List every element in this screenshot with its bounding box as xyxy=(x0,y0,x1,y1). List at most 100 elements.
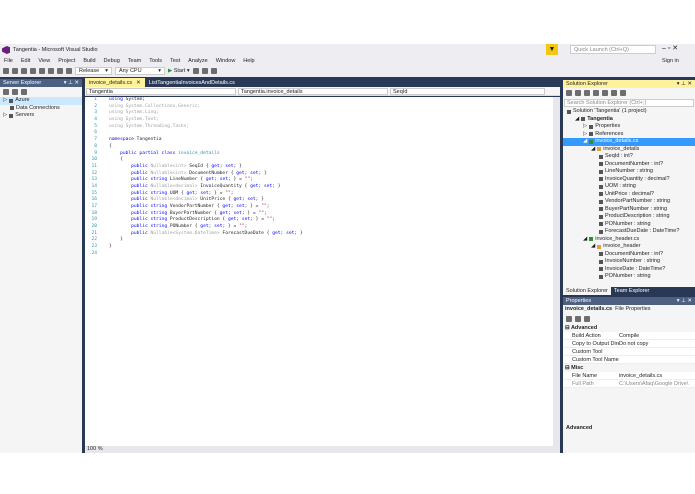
solution-tree-item[interactable]: InvoiceDate : DateTime? xyxy=(563,266,695,274)
solution-tree-item[interactable]: UOM : string xyxy=(563,183,695,191)
expand-arrow-icon[interactable]: ▷ xyxy=(583,123,587,131)
pin-close-icons[interactable]: ▾ ⊥ ✕ xyxy=(677,298,692,304)
refresh-icon[interactable] xyxy=(602,90,608,96)
property-category[interactable]: ⊟ Advanced xyxy=(563,324,695,332)
property-row[interactable]: Full Path C:\Users\Afaq\Google Drive\ xyxy=(563,380,695,388)
expand-arrow-icon[interactable]: ◢ xyxy=(591,243,595,251)
solution-tree-item[interactable]: InvoiceNumber : string xyxy=(563,258,695,266)
property-row[interactable]: Copy to Output DirectoryDo not copy xyxy=(563,340,695,348)
solution-search-input[interactable]: Search Solution Explorer (Ctrl+;) xyxy=(564,99,694,107)
solution-tree-item[interactable]: ▷ References xyxy=(563,131,695,139)
menu-item-build[interactable]: Build xyxy=(79,58,99,64)
solution-tree-item[interactable]: InvoiceQuantity : decimal? xyxy=(563,176,695,184)
forward-icon[interactable] xyxy=(12,68,18,74)
sign-in-link[interactable]: Sign in xyxy=(662,58,679,64)
solution-tree-item[interactable]: DocumentNumber : int? xyxy=(563,161,695,169)
property-row[interactable]: Custom Tool Namespace xyxy=(563,356,695,364)
expand-arrow-icon[interactable]: ◢ xyxy=(575,116,579,124)
member-dropdown[interactable]: SeqId xyxy=(390,87,545,95)
save-icon[interactable] xyxy=(39,68,45,74)
solution-tree-item[interactable]: PONumber : string xyxy=(563,273,695,281)
property-value[interactable]: Compile xyxy=(619,332,695,339)
notification-filter-icon[interactable]: ▼ xyxy=(546,44,558,55)
back-icon[interactable] xyxy=(566,90,572,96)
solution-tree-item[interactable]: DocumentNumber : int? xyxy=(563,251,695,259)
property-value[interactable]: Do not copy xyxy=(619,340,695,347)
server-tree-item[interactable]: Data Connections xyxy=(0,105,82,113)
project-dropdown[interactable]: Tangentia xyxy=(86,87,236,95)
quick-launch-input[interactable]: Quick Launch (Ctrl+Q) xyxy=(570,45,656,54)
expand-arrow-icon[interactable]: ▷ xyxy=(583,131,587,139)
solution-tree-item[interactable]: ◢ invoice_header xyxy=(563,243,695,251)
home-icon[interactable] xyxy=(584,90,590,96)
redo-icon[interactable] xyxy=(66,68,72,74)
property-row[interactable]: File Name invoice_details.cs xyxy=(563,372,695,380)
bookmark-icon[interactable] xyxy=(210,68,217,74)
connect-database-icon[interactable] xyxy=(21,89,27,95)
menu-item-help[interactable]: Help xyxy=(239,58,258,64)
tab-invoice_details[interactable]: invoice_details.cs ✕ xyxy=(85,78,145,87)
expand-arrow-icon[interactable]: ▷ xyxy=(3,97,7,105)
property-value[interactable]: invoice_details.cs xyxy=(619,372,695,379)
open-icon[interactable] xyxy=(30,68,36,74)
back-icon[interactable] xyxy=(3,68,9,74)
menu-item-tools[interactable]: Tools xyxy=(145,58,166,64)
alphabetical-icon[interactable] xyxy=(575,316,581,322)
pin-close-icons[interactable]: ▾ ⊥ ✕ xyxy=(64,80,79,86)
menu-item-debug[interactable]: Debug xyxy=(100,58,124,64)
categorized-icon[interactable] xyxy=(566,316,572,322)
solution-tree-item[interactable]: VendorPartNumber : string xyxy=(563,198,695,206)
solution-tree-item[interactable]: ProductDescription : string xyxy=(563,213,695,221)
property-row[interactable]: Build Action Compile xyxy=(563,332,695,340)
menu-item-file[interactable]: File xyxy=(0,58,17,64)
sync-icon[interactable] xyxy=(593,90,599,96)
forward-icon[interactable] xyxy=(575,90,581,96)
menu-item-window[interactable]: Window xyxy=(212,58,240,64)
solution-tree-item[interactable]: ◢ Tangentia xyxy=(563,116,695,124)
property-value[interactable]: C:\Users\Afaq\Google Drive\ xyxy=(619,380,695,387)
property-row[interactable]: Custom Tool xyxy=(563,348,695,356)
properties-object-select[interactable]: invoice_details.cs File Properties xyxy=(563,305,695,314)
menu-item-team[interactable]: Team xyxy=(124,58,145,64)
solution-tree-item[interactable]: ▷ Properties xyxy=(563,123,695,131)
menu-item-view[interactable]: View xyxy=(34,58,54,64)
solution-tree-item[interactable]: ForecastDueDate : DateTime? xyxy=(563,228,695,236)
property-pages-icon[interactable] xyxy=(584,316,590,322)
solution-tree-item[interactable]: ◢ invoice_details xyxy=(563,146,695,154)
solution-tree-item[interactable]: LineNumber : string xyxy=(563,168,695,176)
save-all-icon[interactable] xyxy=(48,68,54,74)
close-tab-icon[interactable]: ✕ xyxy=(136,80,141,86)
property-category[interactable]: ⊟ Misc xyxy=(563,364,695,372)
refresh-icon[interactable] xyxy=(3,89,9,95)
menu-item-analyze[interactable]: Analyze xyxy=(184,58,212,64)
solution-tree-item[interactable]: Solution 'Tangentia' (1 project) xyxy=(563,108,695,116)
properties-wrench-icon[interactable] xyxy=(620,90,626,96)
solution-tree-item[interactable]: SeqId : int? xyxy=(563,153,695,161)
minimize-button[interactable]: – xyxy=(662,45,666,52)
collapse-all-icon[interactable] xyxy=(611,90,617,96)
expand-arrow-icon[interactable]: ◢ xyxy=(583,236,587,244)
tab-team-explorer[interactable]: Team Explorer xyxy=(611,287,652,295)
vertical-scrollbar[interactable] xyxy=(553,97,560,446)
tab-solution-explorer[interactable]: Solution Explorer xyxy=(563,287,611,295)
solution-tree-item[interactable]: UnitPrice : decimal? xyxy=(563,191,695,199)
comment-icon[interactable] xyxy=(201,68,208,74)
server-tree-item[interactable]: ▷ Azure xyxy=(0,97,82,105)
server-tree-item[interactable]: ▷ Servers xyxy=(0,112,82,120)
zoom-level[interactable]: 100 % xyxy=(87,446,103,452)
code-area[interactable]: 1 using System; 2 using System.Collections.… xyxy=(85,97,553,446)
solution-tree-item[interactable]: ◢ invoice_header.cs xyxy=(563,236,695,244)
connect-server-icon[interactable] xyxy=(12,89,18,95)
start-button[interactable]: ▶ Start ▾ xyxy=(168,68,190,74)
property-value[interactable] xyxy=(619,356,695,363)
pin-close-icons[interactable]: ▾ ⊥ ✕ xyxy=(677,81,692,87)
solution-tree-item[interactable]: BuyerPartNumber : string xyxy=(563,206,695,214)
new-project-icon[interactable] xyxy=(21,68,27,74)
maximize-button[interactable]: ▫ xyxy=(668,45,670,52)
solution-tree-item[interactable]: ◢ invoice_details.cs xyxy=(563,138,695,146)
close-button[interactable]: ✕ xyxy=(672,45,678,52)
property-value[interactable] xyxy=(619,348,695,355)
menu-item-project[interactable]: Project xyxy=(54,58,79,64)
browser-link-icon[interactable] xyxy=(192,68,199,74)
menu-item-edit[interactable]: Edit xyxy=(17,58,34,64)
